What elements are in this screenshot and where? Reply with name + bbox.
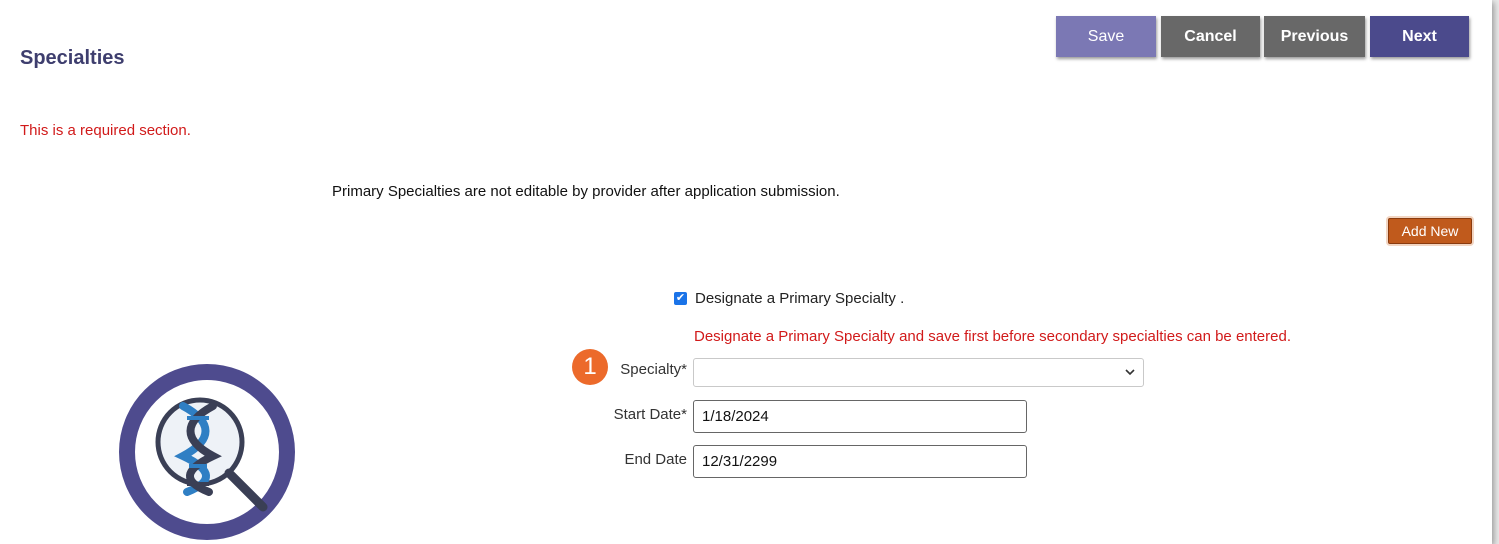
specialties-panel: Specialties Save Cancel Previous Next Th… bbox=[0, 0, 1492, 544]
primary-specialty-notice: Primary Specialties are not editable by … bbox=[332, 183, 840, 200]
secondary-specialty-warning: Designate a Primary Specialty and save f… bbox=[694, 328, 1291, 345]
end-date-label: End Date bbox=[624, 451, 687, 468]
dna-magnifier-icon bbox=[119, 364, 295, 540]
page-title: Specialties bbox=[20, 47, 125, 69]
designate-primary-label: Designate a Primary Specialty . bbox=[695, 290, 905, 307]
specialty-label: Specialty* bbox=[620, 361, 687, 378]
next-button[interactable]: Next bbox=[1370, 16, 1469, 57]
cancel-button[interactable]: Cancel bbox=[1161, 16, 1260, 57]
end-date-input[interactable] bbox=[693, 445, 1027, 478]
save-button[interactable]: Save bbox=[1056, 16, 1156, 57]
start-date-input[interactable] bbox=[693, 400, 1027, 433]
required-section-message: This is a required section. bbox=[20, 122, 191, 139]
previous-button[interactable]: Previous bbox=[1264, 16, 1365, 57]
add-new-button[interactable]: Add New bbox=[1388, 218, 1472, 244]
chevron-down-icon bbox=[1125, 369, 1135, 376]
checkmark-icon: ✔ bbox=[675, 292, 686, 304]
designate-primary-row[interactable]: ✔ Designate a Primary Specialty . bbox=[674, 290, 904, 307]
specialty-select[interactable] bbox=[693, 358, 1144, 387]
designate-primary-checkbox[interactable]: ✔ bbox=[674, 292, 687, 305]
start-date-label: Start Date* bbox=[613, 406, 687, 423]
